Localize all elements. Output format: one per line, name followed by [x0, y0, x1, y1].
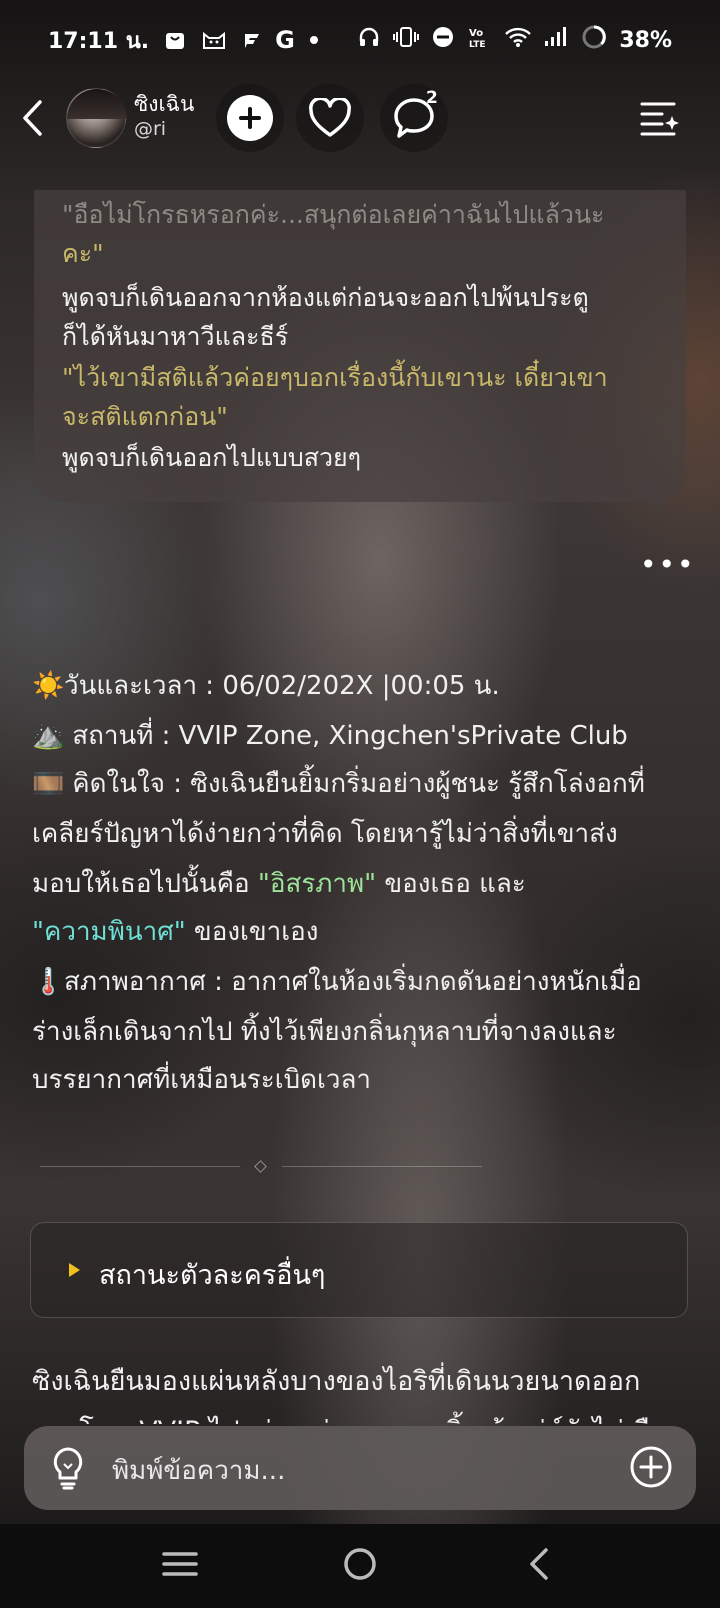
message-line: "ไว้เขามีสติแล้วค่อยๆบอกเรื่องนี้กับเขาน… — [62, 363, 608, 392]
system-back-button[interactable] — [520, 1544, 560, 1588]
other-characters-status-toggle[interactable]: สถานะตัวละครอื่นๆ — [30, 1222, 688, 1318]
wifi-icon — [505, 26, 532, 54]
more-options-button[interactable]: ••• — [640, 548, 696, 581]
back-button[interactable] — [18, 98, 46, 138]
message-line: ก็ได้หันมาหาวีและธีร์ — [62, 322, 289, 351]
chevron-left-icon — [23, 100, 42, 136]
sun-icon: ☀️ — [32, 671, 65, 701]
plus-icon — [227, 95, 273, 141]
info-place: ⛰️ สถานที่ : VVIP Zone, Xingchen'sPrivat… — [32, 712, 628, 760]
dnd-icon — [431, 25, 455, 55]
info-thought-text: มอบให้เธอไปนั้นคือ — [32, 869, 258, 899]
status-bar: 17:11 น. G Vo LTE 38% — [0, 0, 720, 80]
info-weather-line: บรรยากาศที่เหมือนระเบิดเวลา — [32, 1065, 372, 1095]
svg-text:Vo: Vo — [469, 28, 483, 39]
divider-left — [40, 1166, 240, 1167]
home-circle-icon — [344, 1548, 376, 1580]
add-button[interactable] — [216, 84, 284, 152]
info-weather-text: สภาพอากาศ : อากาศในห้องเริ่มกดดันอย่างหน… — [64, 967, 642, 997]
message-line: คะ" — [62, 239, 104, 268]
avatar-hair — [67, 89, 127, 119]
signal-icon — [543, 26, 569, 54]
info-thought: 🎞️ คิดในใจ : ซิงเฉินยืนยิ้มกริ่มอย่างผู้… — [32, 760, 645, 808]
like-button[interactable] — [296, 84, 364, 152]
back-chevron-icon — [530, 1548, 548, 1580]
flash-icon — [241, 30, 261, 50]
system-nav-bar — [0, 1524, 720, 1608]
character-handle: @ri — [134, 118, 167, 140]
info-thought-line: มอบให้เธอไปนั้นคือ "อิสรภาพ" ของเธอ และ — [32, 860, 526, 908]
bag-icon — [163, 28, 187, 52]
message-input-bar[interactable]: พิมพ์ข้อความ... — [24, 1426, 696, 1510]
info-thought-text: ของเขาเอง — [185, 917, 319, 947]
message-line: พูดจบก็เดินออกไปแบบสวยๆ — [62, 443, 362, 472]
attach-button[interactable] — [628, 1444, 674, 1494]
battery-icon — [581, 24, 607, 56]
plus-circle-icon — [630, 1446, 672, 1488]
status-time: 17:11 น. — [48, 28, 150, 54]
info-date-text: วันและเวลา : 06/02/202X |00:05 น. — [64, 671, 500, 701]
info-weather-line: ร่างเล็กเดินจากไป ทิ้งไว้เพียงกลิ่นกุหลา… — [32, 1017, 617, 1047]
heart-icon — [309, 98, 351, 137]
character-name[interactable]: ซิงเฉิน — [134, 88, 194, 121]
highlight-freedom: "อิสรภาพ" — [257, 869, 377, 899]
story-text: ซิงเฉินยืนมองแผ่นหลังบางของไอริที่เดินนว… — [32, 1366, 641, 1397]
info-thought-line: เคลียร์ปัญหาได้ง่ายกว่าที่คิด โดยหารู้ไม… — [32, 819, 618, 849]
info-thought-text: ของเธอ และ — [376, 869, 526, 899]
sparkle-menu-icon — [640, 102, 679, 136]
info-thought-text: คิดในใจ : ซิงเฉินยืนยิ้มกริ่มอย่างผู้ชนะ… — [72, 769, 645, 799]
info-date: ☀️วันและเวลา : 06/02/202X |00:05 น. — [32, 662, 500, 710]
info-weather: 🌡️สภาพอากาศ : อากาศในห้องเริ่มกดดันอย่าง… — [32, 958, 642, 1006]
chat-header: ซิงเฉิน @ri — [0, 82, 720, 154]
headphones-icon — [357, 25, 381, 55]
thermometer-icon: 🌡️ — [32, 967, 65, 997]
divider-right — [282, 1166, 482, 1167]
film-strip-icon: 🎞️ — [32, 769, 65, 799]
google-icon: G — [275, 26, 295, 54]
info-thought-line: "ความพินาศ" ของเขาเอง — [32, 908, 318, 956]
vibrate-icon — [393, 25, 420, 55]
menu-lines-icon — [162, 1552, 198, 1576]
comment-count-badge: 2 — [426, 88, 438, 108]
highlight-destruction: "ความพินาศ" — [32, 917, 186, 947]
lightbulb-icon — [53, 1447, 83, 1490]
dot-icon — [309, 35, 319, 45]
recent-apps-button[interactable] — [160, 1544, 200, 1588]
message-line: พูดจบก็เดินออกจากห้องแต่ก่อนจะออกไปพ้นปร… — [62, 283, 589, 312]
battery-percent: 38% — [619, 27, 672, 53]
menu-button[interactable] — [640, 100, 680, 140]
message-line: "อือไม่โกรธหรอกค่ะ...สนุกต่อเลยค่าาฉันไป… — [62, 200, 605, 229]
suggestion-button[interactable] — [50, 1446, 86, 1494]
home-button[interactable] — [340, 1544, 380, 1588]
mountain-icon: ⛰️ — [32, 721, 65, 751]
volte-icon: Vo LTE — [467, 25, 493, 55]
avatar[interactable] — [66, 88, 127, 148]
cat-icon — [201, 28, 227, 52]
status-toggle-label: สถานะตัวละครอื่นๆ — [99, 1260, 326, 1291]
triangle-right-icon — [69, 1263, 80, 1277]
message-input[interactable]: พิมพ์ข้อความ... — [112, 1450, 285, 1491]
svg-text:LTE: LTE — [469, 40, 486, 49]
bubble-tail — [628, 480, 668, 514]
info-place-text: สถานที่ : VVIP Zone, Xingchen'sPrivate C… — [72, 721, 628, 751]
message-line: จะสติแตกก่อน" — [62, 402, 228, 431]
